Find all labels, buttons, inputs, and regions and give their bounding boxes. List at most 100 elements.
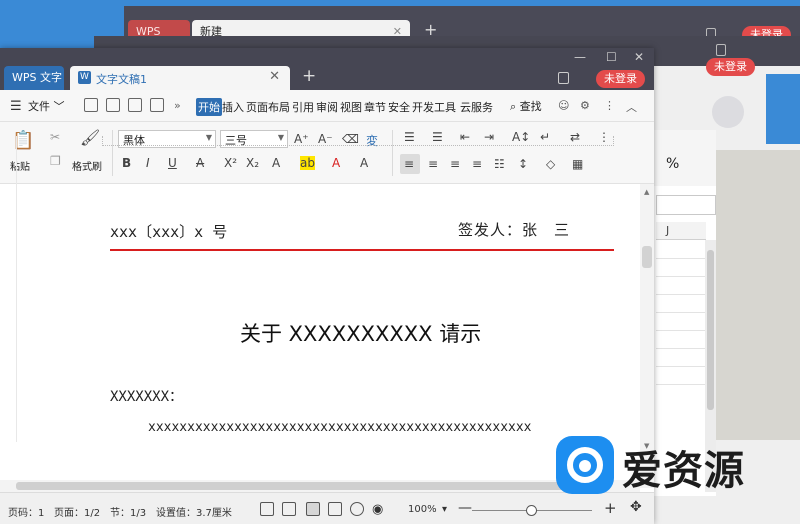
collapse-ribbon-icon[interactable]: ︿ — [626, 99, 637, 115]
tab-view[interactable]: 视图 — [340, 99, 362, 115]
subscript-icon[interactable]: X₂ — [246, 156, 259, 170]
horizontal-scrollbar[interactable] — [0, 480, 640, 492]
page-count[interactable]: 页面：1/2 — [54, 504, 100, 519]
background-panel — [766, 74, 800, 144]
text-effect-icon[interactable]: A — [272, 156, 280, 170]
fit-page-icon[interactable]: ✥ — [630, 499, 642, 515]
close-window-icon[interactable]: ✕ — [634, 50, 644, 64]
scroll-thumb[interactable] — [707, 250, 714, 410]
settings-icon[interactable]: ⚙ — [580, 99, 590, 112]
page-number[interactable]: 页码：1 — [8, 504, 44, 519]
more-icon[interactable]: » — [174, 99, 181, 112]
document-number[interactable]: xxx〔xxx〕x 号 — [110, 221, 227, 242]
font-color-icon[interactable]: A — [332, 156, 340, 170]
hamburger-menu-icon[interactable]: ☰ — [10, 99, 22, 114]
fullscreen-icon[interactable] — [260, 502, 274, 516]
setting-value[interactable]: 设置值：3.7厘米 — [156, 504, 232, 519]
section-indicator[interactable]: 节：1/3 — [110, 504, 146, 519]
zoom-dropdown-icon[interactable]: ▾ — [442, 504, 447, 515]
zoom-out-icon[interactable]: — — [458, 500, 472, 516]
tab-cloud[interactable]: 云服务 — [460, 99, 493, 115]
formula-bar[interactable] — [656, 195, 716, 215]
login-button[interactable]: 未登录 — [706, 58, 755, 76]
grid-line — [656, 348, 706, 349]
more-options-icon[interactable]: ⋮ — [604, 99, 615, 112]
scroll-up-icon[interactable]: ▲ — [644, 188, 649, 196]
emoji-icon[interactable]: ☺ — [558, 99, 569, 112]
format-painter-icon[interactable]: 🖌 — [80, 128, 100, 147]
outline-view-icon[interactable] — [328, 502, 342, 516]
login-button[interactable]: 未登录 — [596, 70, 645, 88]
page-view-icon[interactable] — [306, 502, 320, 516]
percent-format-icon[interactable]: % — [666, 156, 679, 172]
strikethrough-button[interactable]: A — [196, 156, 204, 170]
menu-bar: ☰ 文件 ﹀ » 开始 插入 页面布局 引用 审阅 视图 章节 安全 开发工具 … — [0, 90, 654, 122]
align-center-icon[interactable]: ≡ — [428, 157, 438, 171]
column-header[interactable]: J — [656, 222, 706, 240]
tab-developer[interactable]: 开发工具 — [412, 99, 456, 115]
file-menu-label: 文件 — [28, 100, 50, 113]
paste-button[interactable]: 粘贴 — [10, 158, 30, 173]
avatar[interactable] — [712, 96, 744, 128]
char-shading-icon[interactable]: A — [360, 156, 368, 170]
zoom-level[interactable]: 100% — [408, 504, 437, 515]
window-switch-icon[interactable] — [558, 72, 569, 84]
watermark-logo-text: 爱资源 — [622, 448, 745, 494]
tab-references[interactable]: 引用 — [292, 99, 314, 115]
superscript-icon[interactable]: X² — [224, 156, 237, 170]
tab-security[interactable]: 安全 — [388, 99, 410, 115]
print-preview-icon[interactable] — [128, 98, 142, 112]
find-button[interactable]: ⌕ 查找 — [510, 98, 542, 114]
find-label: 查找 — [519, 100, 542, 113]
save-icon[interactable] — [106, 98, 120, 112]
line-spacing-icon[interactable]: ↕ — [518, 157, 528, 171]
background-panel — [716, 150, 800, 440]
borders-icon[interactable]: ▦ — [572, 157, 583, 171]
minimize-icon[interactable]: — — [574, 50, 586, 64]
tab-document-label: 文字文稿1 — [96, 73, 147, 86]
tab-insert[interactable]: 插入 — [222, 99, 244, 115]
file-menu[interactable]: 文件 ﹀ — [28, 98, 65, 114]
open-folder-icon[interactable] — [84, 98, 98, 112]
grid-line — [656, 294, 706, 295]
scroll-thumb[interactable] — [642, 246, 652, 268]
tab-page-layout[interactable]: 页面布局 — [246, 99, 290, 115]
scroll-thumb[interactable] — [16, 482, 588, 490]
highlight-icon[interactable]: ab — [300, 156, 315, 170]
header-margin-guide — [102, 136, 614, 146]
italic-button[interactable]: I — [146, 156, 150, 170]
ribbon-toolbar: 📋 粘贴 ✂ ❐ 🖌 格式刷 黑体 ▼ 三号 ▼ A⁺ A⁻ ⌫ 変 B I U A… — [0, 122, 654, 184]
zoom-slider-handle[interactable] — [526, 505, 537, 516]
tab-chapter[interactable]: 章节 — [364, 99, 386, 115]
maximize-icon[interactable]: ☐ — [606, 50, 617, 64]
justify-icon[interactable]: ≡ — [472, 157, 482, 171]
window-icon[interactable] — [716, 44, 726, 56]
new-tab-icon[interactable]: + — [302, 66, 316, 86]
distribute-icon[interactable]: ☷ — [494, 157, 505, 171]
issuer-line[interactable]: 签发人：张 三 — [458, 219, 570, 240]
addressee-line[interactable]: XXXXXXX： — [110, 386, 183, 406]
format-painter-button[interactable]: 格式刷 — [72, 158, 102, 173]
print-icon[interactable] — [150, 98, 164, 112]
bold-button[interactable]: B — [122, 156, 131, 170]
tab-document[interactable]: W 文字文稿1 ✕ — [70, 66, 290, 90]
tab-review[interactable]: 审阅 — [316, 99, 338, 115]
sheet-ribbon: % — [654, 130, 716, 186]
eye-protect-icon[interactable]: ◉ — [372, 502, 383, 517]
close-tab-icon[interactable]: ✕ — [269, 69, 280, 84]
read-mode-icon[interactable] — [282, 502, 296, 516]
tab-wps-writer[interactable]: WPS 文字 — [4, 66, 64, 90]
document-title[interactable]: 关于 XXXXXXXXXX 请示 — [240, 318, 481, 348]
grid-line — [656, 330, 706, 331]
cut-icon[interactable]: ✂ — [50, 130, 60, 144]
tab-start[interactable]: 开始 — [196, 98, 222, 116]
web-view-icon[interactable] — [350, 502, 364, 516]
grid-line — [656, 366, 706, 367]
zoom-in-icon[interactable]: + — [604, 499, 617, 517]
underline-button[interactable]: U — [168, 156, 177, 170]
copy-icon[interactable]: ❐ — [50, 154, 61, 168]
align-right-icon[interactable]: ≡ — [450, 157, 460, 171]
shading-icon[interactable]: ◇ — [546, 157, 555, 171]
body-text-line[interactable]: xxxxxxxxxxxxxxxxxxxxxxxxxxxxxxxxxxxxxxxx… — [148, 420, 568, 435]
titlebar: — ☐ ✕ WPS 文字 W 文字文稿1 ✕ + 未登录 — [0, 48, 654, 90]
